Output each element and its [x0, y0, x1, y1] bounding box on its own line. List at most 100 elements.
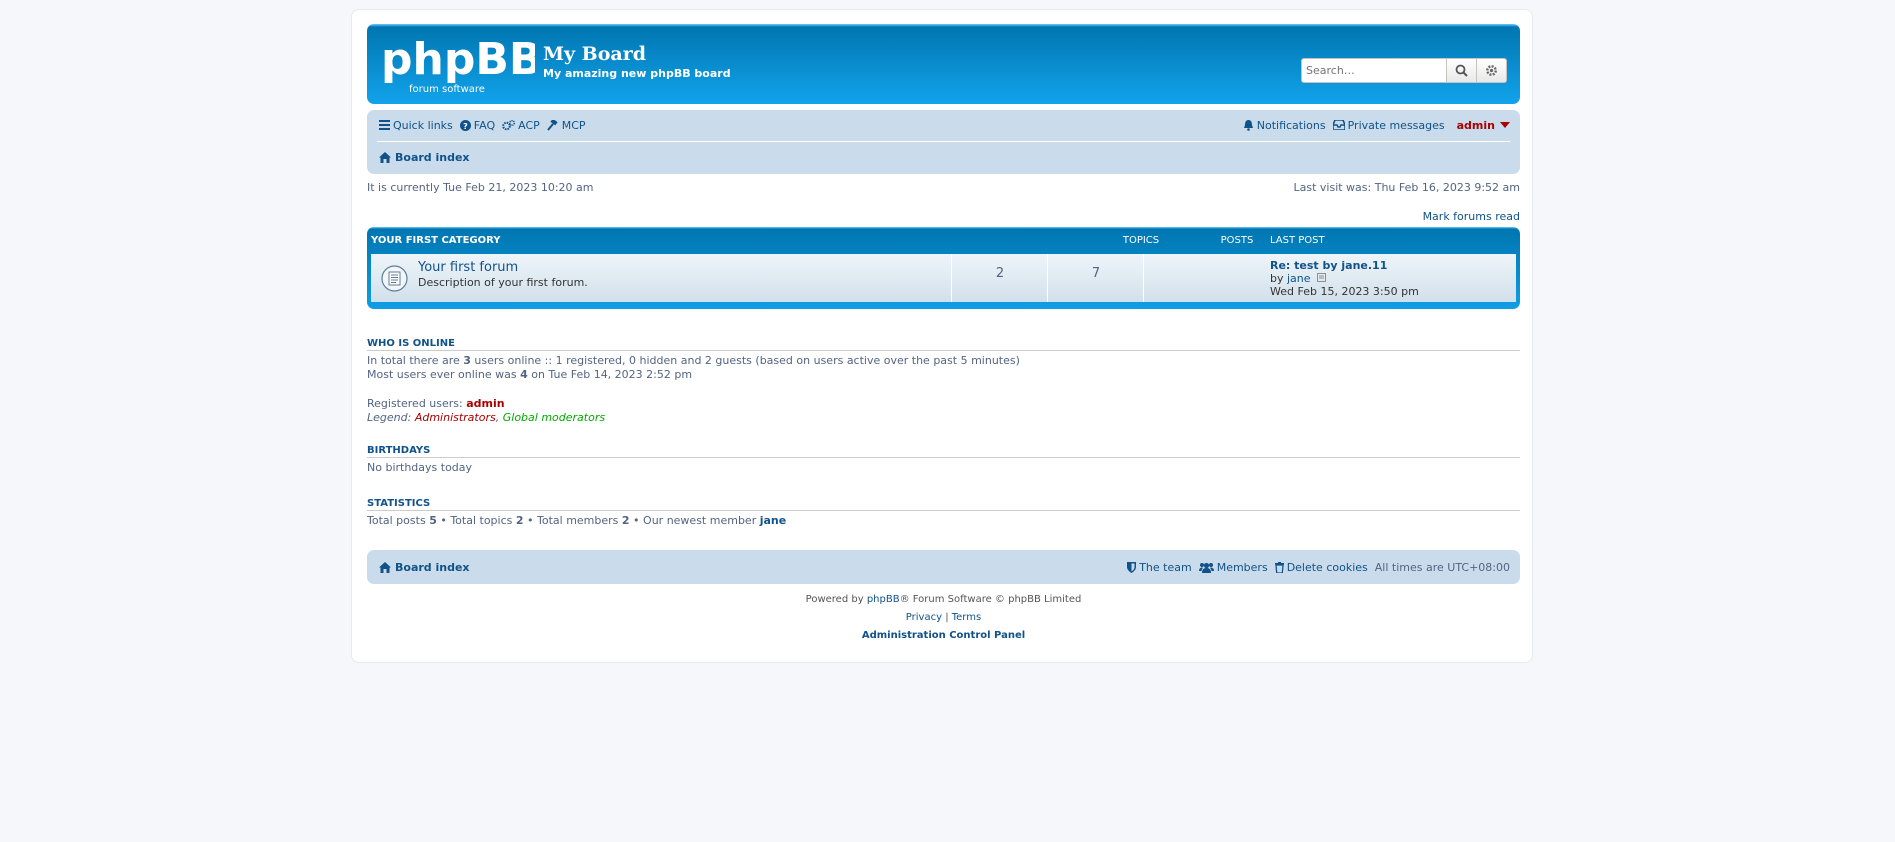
newest-member-label: Our newest member — [643, 514, 757, 527]
bell-icon — [1243, 119, 1253, 131]
forum-title-link[interactable]: Your first forum — [418, 260, 518, 275]
user-menu[interactable]: admin — [1457, 119, 1510, 132]
users-icon — [1198, 562, 1214, 573]
column-divider — [951, 254, 952, 302]
column-last-post: LAST POST — [1270, 235, 1325, 246]
last-post-author-link[interactable]: jane — [1287, 272, 1311, 285]
legend-administrators-link[interactable]: Administrators — [415, 411, 496, 424]
total-members-label: Total members — [537, 514, 619, 527]
registered-user-admin-link[interactable]: admin — [466, 397, 504, 410]
total-topics-label: Total topics — [450, 514, 513, 527]
breadcrumb-label: Board index — [395, 150, 470, 164]
delete-cookies-label: Delete cookies — [1286, 560, 1368, 574]
forum-row: Your first forum Description of your fir… — [371, 254, 1516, 302]
registered-users: Registered users: admin Legend: Administ… — [367, 397, 606, 424]
administration-control-panel-link[interactable]: Administration Control Panel — [862, 630, 1025, 641]
search-input[interactable] — [1301, 58, 1447, 83]
site-logo[interactable]: phpBB forum software — [381, 30, 542, 96]
who-is-online-heading[interactable]: WHO IS ONLINE — [367, 338, 1520, 351]
notifications-link[interactable]: Notifications — [1243, 119, 1326, 132]
the-team-label: The team — [1139, 560, 1192, 574]
online-count: 3 — [463, 354, 471, 367]
faq-link[interactable]: ? FAQ — [459, 118, 496, 132]
column-divider — [1047, 254, 1048, 302]
category-title[interactable]: YOUR FIRST CATEGORY — [371, 235, 501, 249]
online-text-b: users online :: 1 registered, 0 hidden a… — [474, 354, 1020, 367]
last-post-title-link[interactable]: Re: test by jane.11 — [1270, 259, 1387, 272]
column-topics: TOPICS — [1122, 235, 1160, 246]
timeline: It is currently Tue Feb 21, 2023 10:20 a… — [367, 181, 1520, 194]
notifications-label: Notifications — [1256, 118, 1326, 132]
last-visit: Last visit was: Thu Feb 16, 2023 9:52 am — [1293, 181, 1520, 194]
navbar-divider — [377, 141, 1510, 142]
nav-links: Quick links ? FAQ ACP MCP Notifications — [379, 110, 1510, 140]
topics-count: 2 — [995, 266, 1005, 281]
page-wrapper: phpBB forum software My Board My amazing… — [351, 9, 1533, 663]
home-icon — [379, 561, 391, 573]
header-bar: phpBB forum software My Board My amazing… — [367, 24, 1520, 104]
forum-read-icon — [381, 265, 408, 292]
inbox-icon — [1332, 120, 1345, 130]
powered-by: Powered by phpBB® Forum Software © phpBB… — [367, 594, 1520, 605]
search-button[interactable] — [1447, 58, 1477, 83]
who-is-online-text: In total there are 3 users online :: 1 r… — [367, 354, 1020, 382]
legal-separator: | — [945, 612, 949, 623]
birthdays-heading: BIRTHDAYS — [367, 445, 1520, 458]
record-text-b: on Tue Feb 14, 2023 2:52 pm — [531, 368, 693, 381]
faq-label: FAQ — [473, 118, 496, 132]
search-box — [1301, 58, 1507, 83]
record-text-a: Most users ever online was — [367, 368, 517, 381]
privacy-link[interactable]: Privacy — [906, 612, 942, 623]
username-label: admin — [1456, 118, 1495, 132]
total-posts-value: 5 — [429, 514, 437, 527]
quick-links-label: Quick links — [393, 118, 453, 132]
private-messages-link[interactable]: Private messages — [1332, 118, 1445, 132]
question-icon: ? — [459, 119, 471, 131]
legend-label: Legend: — [367, 411, 412, 424]
birthdays-text: No birthdays today — [367, 461, 473, 474]
timezone-info: All times are UTC+08:00 — [1374, 560, 1510, 574]
home-icon — [379, 151, 391, 163]
nav-user-links: Notifications Private messages admin — [1243, 119, 1510, 132]
private-messages-label: Private messages — [1347, 118, 1445, 132]
column-posts: POSTS — [1220, 235, 1254, 246]
registered-users-label: Registered users: — [367, 397, 463, 410]
footer-navbar: Board index The team Members Delete cook… — [367, 550, 1520, 584]
forum-category-block: YOUR FIRST CATEGORY TOPICS POSTS LAST PO… — [367, 227, 1520, 309]
terms-link[interactable]: Terms — [952, 612, 981, 623]
svg-text:?: ? — [463, 122, 468, 131]
mark-forums-read-link[interactable]: Mark forums read — [1423, 210, 1520, 223]
cogs-icon — [502, 119, 516, 130]
phpbb-link[interactable]: phpBB — [867, 594, 900, 605]
the-team-link[interactable]: The team — [1127, 561, 1192, 574]
last-post-title: Re: test by jane.11 — [1270, 259, 1388, 272]
advanced-search-button[interactable] — [1477, 58, 1507, 83]
hamburger-icon — [379, 120, 390, 130]
shield-icon — [1127, 561, 1137, 573]
navbar: Quick links ? FAQ ACP MCP Notifications — [367, 110, 1520, 174]
last-post-info: Re: test by jane.11 by jane Wed Feb 15, … — [1270, 259, 1419, 298]
posts-count: 7 — [1091, 266, 1101, 281]
total-topics-value: 2 — [515, 514, 524, 527]
footer-breadcrumb-board-index[interactable]: Board index — [379, 552, 470, 582]
newest-member-link[interactable]: jane — [760, 514, 787, 527]
mcp-link[interactable]: MCP — [546, 119, 586, 132]
legend-global-moderators-link[interactable]: Global moderators — [503, 411, 605, 424]
members-link[interactable]: Members — [1198, 560, 1268, 574]
gear-icon — [1486, 65, 1497, 76]
view-latest-post-icon[interactable] — [1317, 273, 1327, 282]
total-posts-label: Total posts — [367, 514, 426, 527]
forum-description: Description of your first forum. — [418, 276, 588, 289]
breadcrumb-board-index[interactable]: Board index — [379, 142, 470, 172]
acp-footer: Administration Control Panel — [367, 630, 1520, 641]
delete-cookies-link[interactable]: Delete cookies — [1274, 560, 1368, 574]
members-label: Members — [1216, 560, 1268, 574]
quick-links-menu[interactable]: Quick links — [379, 119, 453, 132]
record-count: 4 — [520, 368, 528, 381]
logo-subtext: forum software — [409, 84, 485, 95]
acp-link[interactable]: ACP — [502, 119, 540, 132]
site-title[interactable]: My Board — [543, 43, 646, 65]
powered-by-suffix: ® Forum Software © phpBB Limited — [899, 594, 1082, 605]
current-time: It is currently Tue Feb 21, 2023 10:20 a… — [367, 181, 594, 194]
footer-links: The team Members Delete cookies All time… — [1120, 550, 1510, 584]
